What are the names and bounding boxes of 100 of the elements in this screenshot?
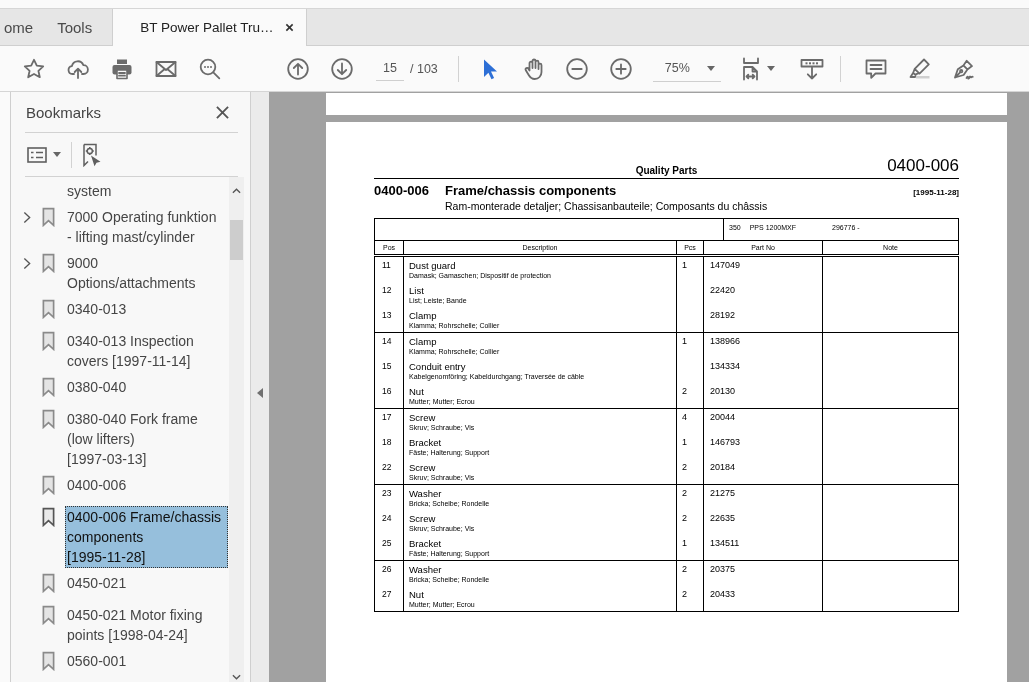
part-name: List <box>409 285 425 296</box>
section-title: Frame/chassis components <box>445 183 618 199</box>
part-name: Washer <box>409 564 443 575</box>
zoom-in-icon[interactable] <box>608 56 633 81</box>
part-name: Conduit entry <box>409 361 467 372</box>
chevron-right-icon[interactable] <box>23 210 31 224</box>
chevron-right-icon[interactable] <box>23 256 31 270</box>
bookmark-label[interactable]: 0340-013 <box>65 298 228 320</box>
table-cell: 22635 <box>703 510 823 535</box>
table-cell: 1 <box>676 332 704 358</box>
tab[interactable]: BT Power Pallet Tru… <box>112 9 307 46</box>
part-name: Bracket <box>409 437 443 448</box>
part-name: Nut <box>409 386 425 397</box>
table-cell: 138966 <box>703 332 823 358</box>
chevron-down-icon[interactable] <box>232 674 241 680</box>
table-cell: 4 <box>676 408 704 434</box>
bookmark-gear-icon[interactable] <box>82 142 102 167</box>
part-name: Dust guard <box>409 260 457 271</box>
tab[interactable]: ome <box>0 9 54 45</box>
table-cell: 20184 <box>703 459 823 485</box>
caret-icon[interactable] <box>766 66 775 71</box>
part-name: Screw <box>409 513 437 524</box>
table-cell: 17 <box>374 408 404 434</box>
table-cell: 20044 <box>703 408 823 434</box>
bookmark-icon <box>42 507 55 527</box>
section-date: [1995-11-28] <box>913 188 959 197</box>
caret-icon[interactable] <box>706 65 715 71</box>
table-cell: 2 <box>676 510 704 535</box>
part-name: Washer <box>409 488 443 499</box>
bookmark-icon <box>42 651 55 671</box>
bookmark-label[interactable]: 0560-001 <box>65 650 228 672</box>
table-cell: 2 <box>676 560 704 586</box>
bookmark-label[interactable]: 0380-040 Fork frame (low lifters) [1997-03-13] <box>65 408 228 470</box>
bookmark-label[interactable]: 7000 Operating funktion - lifting mast/cylinder <box>65 206 228 248</box>
document-number: 0400-006 <box>887 156 959 176</box>
section-number: 0400-006 <box>374 183 430 199</box>
arrow-up-circle-icon[interactable] <box>286 56 310 81</box>
page-number-field[interactable]: 15 <box>376 56 404 81</box>
table-cell: 16 <box>374 383 404 409</box>
table-cell: 134334 <box>703 358 823 383</box>
panel-title: Bookmarks <box>25 103 102 121</box>
part-name: Screw <box>409 412 437 423</box>
bookmark-label[interactable]: 0340-013 Inspection covers [1997-11-14] <box>65 330 228 372</box>
table-cell: 22 <box>374 459 404 485</box>
table-cell: 1 <box>676 535 704 561</box>
arrow-down-circle-icon[interactable] <box>330 56 354 81</box>
part-name: Screw <box>409 462 437 473</box>
triangle-left-icon[interactable] <box>257 388 263 398</box>
tab[interactable]: Tools <box>53 9 113 45</box>
star-icon[interactable] <box>22 56 46 81</box>
chevron-up-icon[interactable] <box>232 188 241 194</box>
bookmark-icon <box>42 207 55 227</box>
table-cell: 134511 <box>703 535 823 561</box>
table-cell: 28192 <box>703 307 823 333</box>
part-name: Bracket <box>409 538 443 549</box>
list-options-icon[interactable] <box>27 146 47 163</box>
bookmark-label[interactable]: 0450-021 <box>65 572 228 594</box>
zoom-out-icon[interactable] <box>564 56 589 81</box>
page-header-title: Quality Parts <box>635 165 698 177</box>
bookmark-icon <box>42 605 55 625</box>
table-cell: 14 <box>374 332 404 358</box>
table-cell: 27 <box>374 586 404 612</box>
bookmark-label[interactable]: 0400-006 <box>65 474 228 496</box>
close-icon[interactable] <box>284 23 294 32</box>
table-cell: 18 <box>374 434 404 459</box>
table-cell: 25 <box>374 535 404 561</box>
caret-icon[interactable] <box>53 152 61 157</box>
part-name: Nut <box>409 589 425 600</box>
bookmark-icon <box>42 573 55 593</box>
bookmark-icon <box>42 331 55 351</box>
table-cell: 12 <box>374 282 404 307</box>
section-subtitle: Ram-monterade detaljer; Chassisanbauteile; Composants du châssis <box>445 200 769 213</box>
table-cell: 147049 <box>703 255 823 282</box>
bookmark-icon <box>42 475 55 495</box>
part-name: Clamp <box>409 310 438 321</box>
bookmark-icon <box>42 377 55 397</box>
table-cell: 2 <box>676 383 704 409</box>
table-cell: 11 <box>374 255 404 282</box>
close-icon[interactable] <box>216 105 229 119</box>
highlighter-icon[interactable] <box>907 56 932 81</box>
table-cell: 1 <box>676 434 704 459</box>
table-cell: 13 <box>374 307 404 333</box>
table-cell: 22420 <box>703 282 823 307</box>
scrollbar-thumb[interactable] <box>230 220 243 260</box>
bookmark-label[interactable]: 0450-021 Motor fixing points [1998-04-24] <box>65 604 228 646</box>
part-name: Clamp <box>409 336 438 347</box>
scroll-mode-icon[interactable] <box>799 56 824 81</box>
table-cell: 15 <box>374 358 404 383</box>
table-cell: 24 <box>374 510 404 535</box>
table-cell: 20375 <box>703 560 823 586</box>
zoom-dropdown[interactable]: 75% <box>652 55 721 82</box>
bookmark-label[interactable]: 0400-006 Frame/chassis components [1995-11-28] <box>65 506 228 568</box>
page-count: / 103 <box>410 61 438 76</box>
table-cell: 20130 <box>703 383 823 409</box>
table-cell: 20433 <box>703 586 823 612</box>
bookmark-label[interactable]: 9000 Options/attachments <box>65 252 228 294</box>
table-cell: 2 <box>676 586 704 612</box>
search-icon[interactable] <box>198 56 222 81</box>
bookmark-label[interactable]: 0380-040 <box>65 376 228 398</box>
table-cell: 146793 <box>703 434 823 459</box>
